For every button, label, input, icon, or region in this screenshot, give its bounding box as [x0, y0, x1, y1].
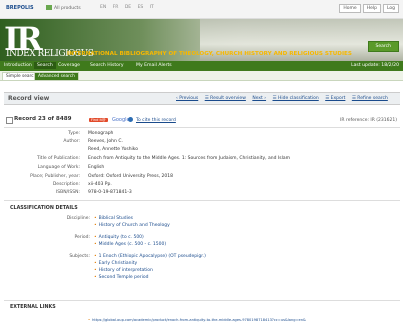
- refine-search-link[interactable]: ☰ Refine search: [352, 96, 388, 101]
- getit-button[interactable]: Find it@: [89, 118, 108, 122]
- link-icon[interactable]: [128, 117, 133, 122]
- record-line: Record 23 of 8489 Find it@ Google To cit…: [4, 115, 400, 128]
- nav-coverage[interactable]: Coverage: [58, 63, 80, 68]
- nav-introduction[interactable]: Introduction: [4, 63, 32, 68]
- banner-title: INTERNATIONAL BIBLIOGRAPHY OF THEOLOGY, …: [67, 51, 352, 57]
- top-bar: BREPOLIS All products EN FR DE ES IT Hom…: [0, 0, 403, 19]
- language-selector: EN FR DE ES IT: [100, 5, 159, 10]
- list-item[interactable]: Antiquity (to c. 500): [94, 235, 166, 240]
- previous-link[interactable]: ‹ Previous: [176, 96, 198, 101]
- record-counter: Record 23 of 8489: [14, 116, 72, 122]
- sub-nav: Simple search Advanced search: [0, 71, 403, 81]
- google-button[interactable]: Google: [112, 117, 130, 123]
- field-label: Language of Work:: [37, 165, 80, 170]
- cite-record-link[interactable]: To cite this record: [136, 118, 176, 123]
- field-label: Author:: [63, 139, 80, 144]
- record-view-header: Record view ‹ Previous ☰ Result overview…: [4, 92, 400, 105]
- field-value[interactable]: Reed, Annette Yoshiko: [88, 147, 138, 152]
- banner-search-button[interactable]: Search: [367, 41, 399, 52]
- field-value[interactable]: Monograph: [88, 131, 113, 136]
- period-label: Period:: [74, 235, 90, 240]
- list-item[interactable]: History of interpretation: [94, 268, 206, 273]
- brepolis-logo[interactable]: BREPOLIS: [6, 5, 34, 11]
- discipline-label: Discipline:: [66, 216, 90, 221]
- lang-it[interactable]: IT: [150, 5, 154, 10]
- field-label: Title of Publication:: [36, 156, 80, 161]
- list-item[interactable]: History of Church and Theology: [94, 223, 170, 228]
- external-links-list: https://global.oup.com/academic/product/…: [88, 318, 306, 324]
- record-checkbox[interactable]: [6, 117, 13, 124]
- home-link[interactable]: Home: [339, 4, 361, 13]
- nav-search[interactable]: Search: [34, 62, 56, 69]
- grid-icon: [46, 5, 52, 10]
- field-value[interactable]: Reeves, John C.: [88, 139, 123, 144]
- result-overview-link[interactable]: ☰ Result overview: [205, 96, 246, 101]
- period-list: Antiquity (to c. 500) Middle Ages (c. 50…: [94, 235, 166, 249]
- classification-heading: CLASSIFICATION DETAILS: [10, 206, 78, 211]
- list-item[interactable]: 1 Enoch (Ethiopic Apocalypse) (OT pseude…: [94, 254, 206, 259]
- banner: IR INDEX RELIGIOSUS INTERNATIONAL BIBLIO…: [0, 19, 403, 61]
- lang-fr[interactable]: FR: [113, 5, 119, 10]
- ir-reference: IR reference: IR (231621): [340, 118, 397, 123]
- all-products-link[interactable]: All products: [46, 5, 81, 11]
- last-update: Last update: 18/2/20: [351, 63, 399, 68]
- list-item[interactable]: Second Temple period: [94, 275, 206, 280]
- field-label: ISBN/ISSN:: [55, 190, 80, 195]
- discipline-list: Biblical Studies History of Church and T…: [94, 216, 170, 230]
- next-link[interactable]: Next ›: [252, 96, 266, 101]
- lang-es[interactable]: ES: [138, 5, 144, 10]
- divider: [4, 300, 400, 301]
- field-value[interactable]: English: [88, 165, 104, 170]
- all-products-label: All products: [54, 6, 81, 11]
- nav-email-alerts[interactable]: My Email Alerts: [136, 63, 172, 68]
- divider: [4, 200, 400, 201]
- lang-en[interactable]: EN: [100, 5, 106, 10]
- nav-search-history[interactable]: Search History: [90, 63, 124, 68]
- field-value: Enoch from Antiquity to the Middle Ages.…: [88, 156, 290, 161]
- subjects-list: 1 Enoch (Ethiopic Apocalypse) (OT pseude…: [94, 254, 206, 282]
- list-item[interactable]: Biblical Studies: [94, 216, 170, 221]
- field-label: Type:: [68, 131, 80, 136]
- hide-classification-link[interactable]: ☰ Hide classification: [272, 96, 318, 101]
- record-view-title: Record view: [8, 95, 50, 102]
- utility-nav: Home Help Log: [337, 4, 399, 13]
- list-item[interactable]: Middle Ages (c. 500 - c. 1500): [94, 242, 166, 247]
- tab-advanced-search[interactable]: Advanced search: [34, 72, 79, 81]
- external-link[interactable]: https://global.oup.com/academic/product/…: [88, 318, 306, 322]
- list-item[interactable]: Early Christianity: [94, 261, 206, 266]
- external-links-heading: EXTERNAL LINKS: [10, 305, 56, 310]
- export-link[interactable]: ☰ Export: [325, 96, 345, 101]
- field-label: Description:: [52, 182, 80, 187]
- lang-de[interactable]: DE: [125, 5, 131, 10]
- subjects-label: Subjects:: [69, 254, 90, 259]
- field-value: 978-0-19-871841-3: [88, 190, 132, 195]
- field-value: Oxford: Oxford University Press, 2018: [88, 174, 174, 179]
- field-label: Place; Publisher, year:: [30, 174, 80, 179]
- record-nav: ‹ Previous ☰ Result overview Next › ☰ Hi…: [176, 96, 393, 101]
- login-link[interactable]: Log: [382, 4, 399, 13]
- field-value: xii-403 Pp.: [88, 182, 112, 187]
- main-nav: Introduction Search Coverage Search Hist…: [0, 61, 403, 71]
- help-link[interactable]: Help: [362, 4, 381, 13]
